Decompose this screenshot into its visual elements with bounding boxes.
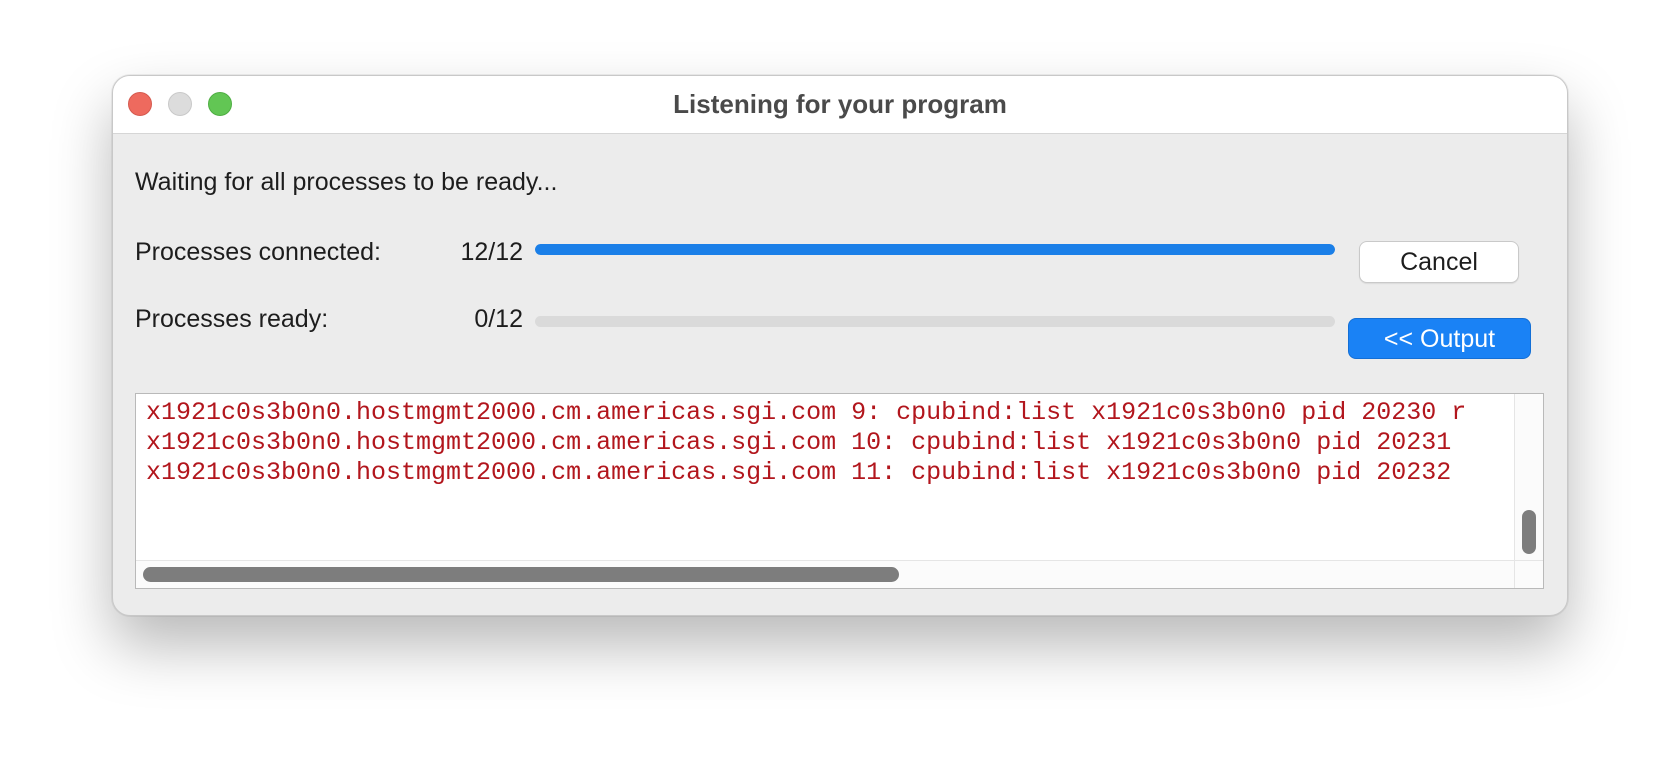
output-console[interactable]: x1921c0s3b0n0.hostmgmt2000.cm.americas.s… — [135, 393, 1544, 589]
processes-connected-count: 12/12 — [460, 238, 523, 266]
console-line: x1921c0s3b0n0.hostmgmt2000.cm.americas.s… — [146, 398, 1467, 427]
output-toggle-button[interactable]: << Output — [1348, 318, 1531, 359]
horizontal-scrollbar[interactable] — [136, 560, 1515, 588]
window-title: Listening for your program — [673, 89, 1007, 119]
listening-dialog: Listening for your program Waiting for a… — [112, 75, 1568, 616]
status-message: Waiting for all processes to be ready... — [135, 168, 558, 196]
processes-ready-progress-bar — [535, 316, 1335, 327]
cancel-button[interactable]: Cancel — [1359, 241, 1519, 283]
title-bar: Listening for your program — [113, 76, 1567, 134]
processes-connected-progress-bar — [535, 244, 1335, 255]
processes-connected-progress-fill — [535, 244, 1335, 255]
processes-connected-label: Processes connected: — [135, 238, 381, 266]
console-line: x1921c0s3b0n0.hostmgmt2000.cm.americas.s… — [146, 458, 1452, 487]
processes-ready-label: Processes ready: — [135, 305, 329, 333]
vertical-scrollbar[interactable] — [1514, 394, 1543, 562]
horizontal-scrollbar-thumb[interactable] — [143, 567, 899, 582]
scrollbar-corner — [1514, 560, 1543, 588]
processes-ready-count: 0/12 — [474, 305, 523, 333]
vertical-scrollbar-thumb[interactable] — [1522, 510, 1536, 554]
console-lines: x1921c0s3b0n0.hostmgmt2000.cm.americas.s… — [146, 398, 1513, 488]
console-line: x1921c0s3b0n0.hostmgmt2000.cm.americas.s… — [146, 428, 1452, 457]
